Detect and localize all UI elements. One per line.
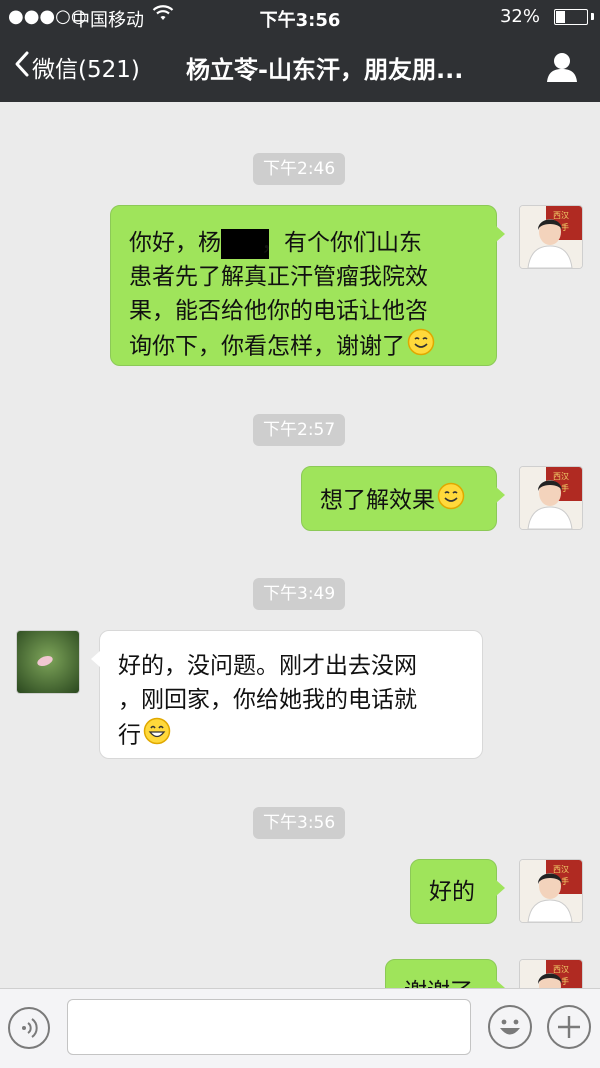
svg-text:西汉: 西汉 xyxy=(553,865,569,874)
my-avatar[interactable]: 西汉妙手 xyxy=(519,205,583,269)
input-toolbar xyxy=(0,988,600,1068)
battery-percent: 32% xyxy=(499,6,540,27)
message-input[interactable] xyxy=(67,999,471,1055)
message-text: 询你下，你看怎样，谢谢了 xyxy=(129,328,478,366)
plus-icon xyxy=(558,1016,580,1038)
sent-message-bubble[interactable]: 好的 xyxy=(410,859,505,924)
my-avatar[interactable]: 西汉妙手 xyxy=(519,959,583,988)
navigation-bar: 微信(521) 杨立苓-山东汗，朋友朋... xyxy=(0,34,600,102)
message-text: 好的 xyxy=(429,879,475,905)
voice-icon xyxy=(22,1018,38,1038)
battery-tip xyxy=(591,13,594,20)
message-text: 你好，杨 ，有个你们山东 xyxy=(129,226,478,260)
message-text: 谢谢了 xyxy=(404,979,473,988)
my-avatar[interactable]: 西汉妙手 xyxy=(519,859,583,923)
smile-emoji-icon xyxy=(437,482,465,520)
sent-message-bubble[interactable]: 你好，杨 ，有个你们山东 患者先了解真正汗管瘤我院效 果，能否给他你的电话让他咨 … xyxy=(110,205,505,366)
voice-input-button[interactable] xyxy=(8,1007,50,1049)
status-bar: ●●●○○ 中国移动 下午3:56 32% xyxy=(0,0,600,34)
grin-emoji-icon xyxy=(143,717,171,755)
svg-text:西汉: 西汉 xyxy=(553,965,569,974)
svg-text:西汉: 西汉 xyxy=(553,472,569,481)
battery-icon xyxy=(554,9,588,25)
chevron-left-icon xyxy=(14,50,30,84)
chat-area[interactable]: 下午2:46 你好，杨 ，有个你们山东 患者先了解真正汗管瘤我院效 果，能否给他你… xyxy=(0,102,600,988)
back-label: 微信(521) xyxy=(32,57,140,83)
message-text: 患者先了解真正汗管瘤我院效 xyxy=(129,264,428,290)
svg-text:西汉: 西汉 xyxy=(553,211,569,220)
back-button[interactable]: 微信(521) xyxy=(14,50,140,84)
sent-message-bubble[interactable]: 想了解效果 xyxy=(301,466,505,531)
received-message-bubble[interactable]: 好的，没问题。刚才出去没网 ，刚回家，你给她我的电话就 行 xyxy=(91,630,483,759)
emoji-button[interactable] xyxy=(488,1005,532,1049)
message-timestamp: 下午2:46 xyxy=(253,153,346,185)
contact-profile-button[interactable] xyxy=(546,52,578,86)
message-text: 行 xyxy=(118,717,464,755)
message-text: 好的，没问题。刚才出去没网 xyxy=(118,653,417,679)
message-timestamp: 下午3:56 xyxy=(253,807,346,839)
message-text: ，刚回家，你给她我的电话就 xyxy=(118,687,417,713)
message-timestamp: 下午3:49 xyxy=(253,578,346,610)
message-text: 果，能否给他你的电话让他咨 xyxy=(129,298,428,324)
sent-message-bubble[interactable]: 谢谢了 xyxy=(385,959,505,988)
page-title: 杨立苓-山东汗，朋友朋... xyxy=(186,56,464,84)
contact-avatar[interactable] xyxy=(16,630,80,694)
more-options-button[interactable] xyxy=(547,1005,591,1049)
my-avatar[interactable]: 西汉妙手 xyxy=(519,466,583,530)
header: ●●●○○ 中国移动 下午3:56 32% 微信(521) 杨立苓-山东汗，朋友… xyxy=(0,0,600,102)
person-icon xyxy=(547,53,577,82)
message-timestamp: 下午2:57 xyxy=(253,414,346,446)
smiley-icon xyxy=(500,1019,520,1035)
smile-emoji-icon xyxy=(407,328,435,366)
message-text: 想了解效果 xyxy=(320,487,435,514)
